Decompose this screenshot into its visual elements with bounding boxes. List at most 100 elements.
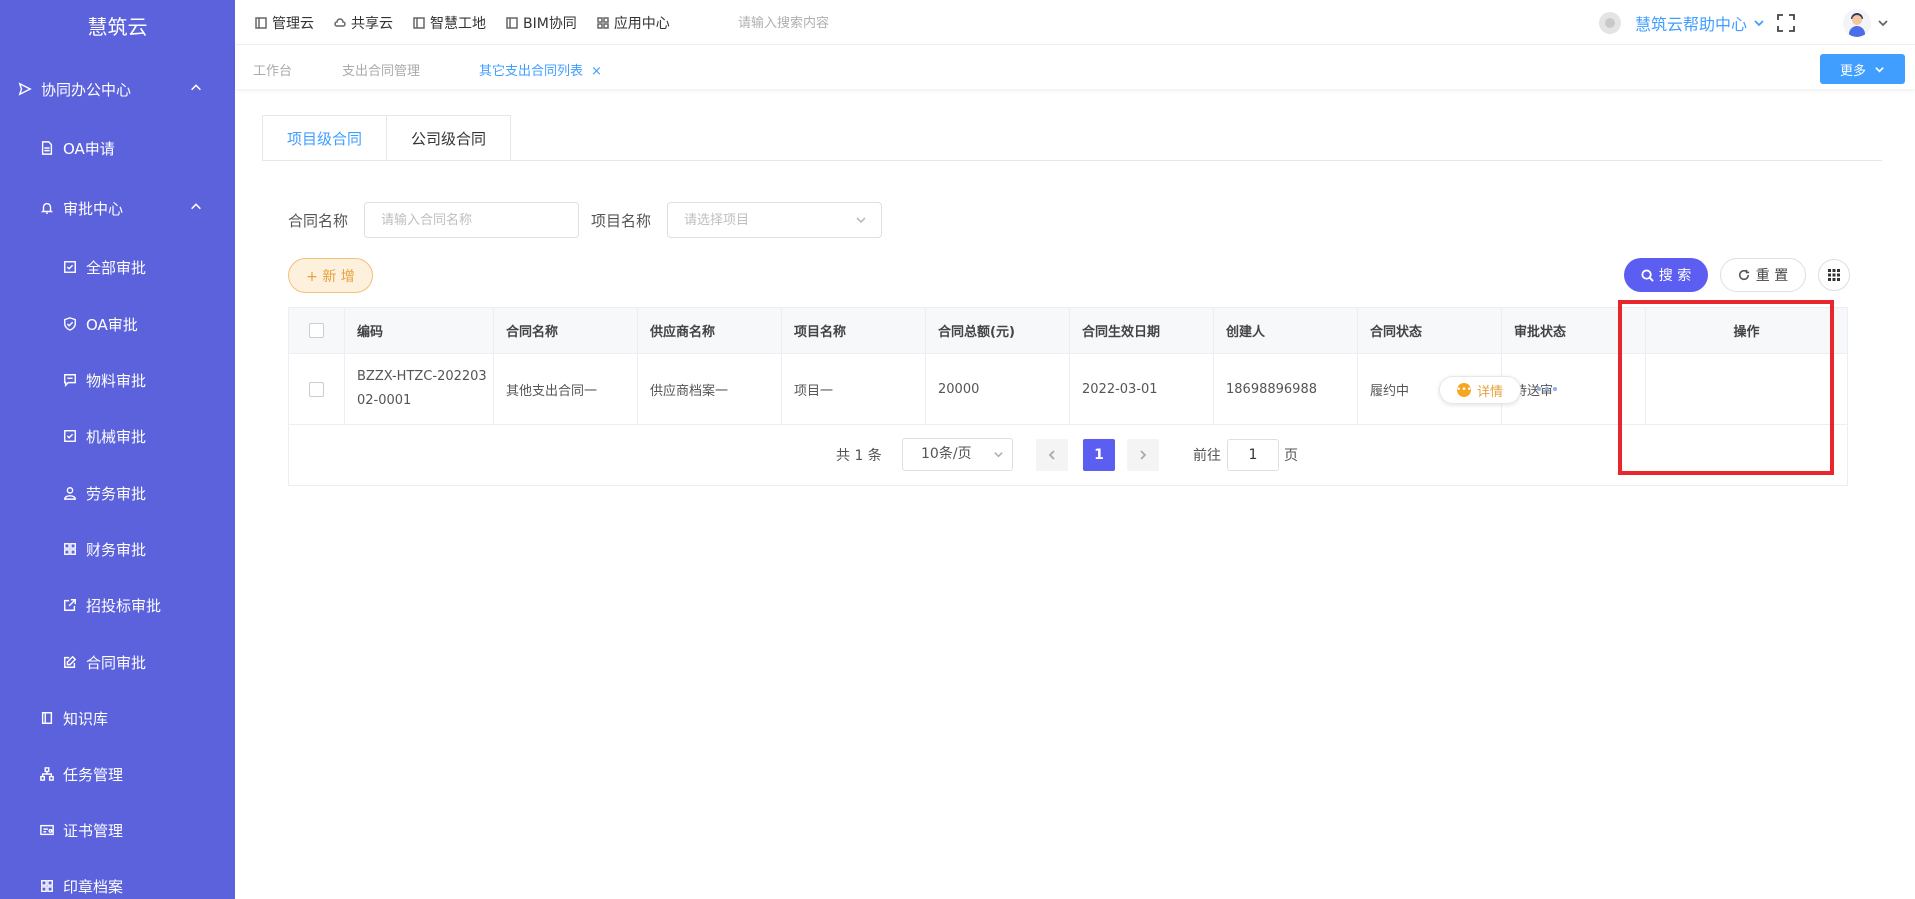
chevron-down-icon (854, 213, 868, 227)
help-center-menu[interactable]: 慧筑云帮助中心 (1598, 0, 1765, 45)
prev-page-button[interactable] (1036, 439, 1068, 471)
col-header[interactable]: 合同总额(元) (926, 308, 1070, 353)
add-button[interactable]: + 新 增 (288, 258, 373, 293)
col-header[interactable]: 创建人 (1214, 308, 1358, 353)
sidebar-item-oa-approval[interactable]: OA审批 (0, 304, 235, 344)
panel-icon (506, 16, 518, 29)
more-circle-icon: ••• (1456, 383, 1472, 397)
more-button[interactable]: 更多 (1820, 54, 1905, 84)
top-nav-label: 智慧工地 (430, 15, 486, 32)
page-tab-expense-contract[interactable]: 支出合同管理 (342, 60, 420, 79)
chevron-down-icon (1875, 66, 1884, 73)
sidebar-item-approval-center[interactable]: 审批中心 (0, 188, 235, 228)
next-page-button[interactable] (1127, 439, 1159, 471)
grid-icon (597, 16, 609, 29)
sidebar-item-all-approvals[interactable]: 全部审批 (0, 247, 235, 287)
contract-name-input[interactable] (364, 202, 579, 238)
sidebar-item-oa-apply[interactable]: OA申请 (0, 128, 235, 168)
select-all-checkbox[interactable] (309, 323, 324, 338)
sidebar-item-task-management[interactable]: 任务管理 (0, 754, 235, 794)
top-nav-smart-site[interactable]: 智慧工地 (413, 13, 486, 33)
sidebar-item-label: 全部审批 (86, 258, 147, 277)
top-nav-share-cloud[interactable]: 共享云 (334, 13, 393, 33)
table-row[interactable]: BZZX-HTZC-20220302-0001 其他支出合同一 供应商档案一 项… (289, 354, 1847, 425)
sidebar-item-collab-center[interactable]: 协同办公中心 (0, 69, 235, 109)
message-icon (63, 373, 77, 387)
top-nav-bim[interactable]: BIM协同 (506, 13, 577, 33)
sidebar-item-certificate-management[interactable]: 证书管理 (0, 810, 235, 850)
row-checkbox[interactable] (309, 381, 324, 397)
contracts-table: 编码 合同名称 供应商名称 项目名称 合同总额(元) 合同生效日期 创建人 合同… (288, 307, 1848, 486)
avatar[interactable] (1843, 9, 1871, 37)
col-header[interactable]: 合同名称 (494, 308, 638, 353)
sidebar-item-label: 任务管理 (63, 765, 124, 784)
cell-code: BZZX-HTZC-20220302-0001 (345, 354, 494, 424)
sidebar-item-label: 物料审批 (86, 371, 147, 390)
sidebar-item-bidding-approval[interactable]: 招投标审批 (0, 585, 235, 625)
pagination-total: 共 1 条 (836, 448, 882, 464)
contract-code: BZZX-HTZC-20220302-0001 (357, 369, 487, 408)
goto-page-input[interactable] (1227, 439, 1279, 471)
top-nav-management-cloud[interactable]: 管理云 (255, 13, 314, 33)
chevron-down-icon (1754, 19, 1764, 26)
sidebar-item-labor-approval[interactable]: 劳务审批 (0, 473, 235, 513)
cell-supplier: 供应商档案一 (638, 354, 782, 424)
chevron-down-icon[interactable] (1877, 17, 1889, 29)
top-nav-app-center[interactable]: 应用中心 (597, 13, 670, 33)
detail-button[interactable]: ••• 详情 (1439, 376, 1521, 404)
external-link-icon (63, 598, 77, 612)
col-header: 操作 (1733, 325, 1760, 340)
sidebar-item-label: 合同审批 (86, 653, 147, 672)
sidebar-item-contract-approval[interactable]: 合同审批 (0, 642, 235, 682)
col-header[interactable]: 审批状态 (1502, 308, 1646, 353)
sidebar-item-label: 审批中心 (63, 199, 124, 218)
sidebar-item-label: 协同办公中心 (41, 80, 132, 99)
sidebar-item-machine-approval[interactable]: 机械审批 (0, 416, 235, 456)
col-header[interactable]: 项目名称 (782, 308, 926, 353)
detail-button-label: 详情 (1476, 384, 1503, 400)
page-tab-workbench[interactable]: 工作台 (253, 60, 292, 79)
bell-icon (40, 201, 54, 215)
project-select[interactable] (667, 202, 882, 238)
reset-button[interactable]: 重 置 (1720, 258, 1806, 292)
column-settings-button[interactable] (1818, 259, 1850, 291)
org-chart-icon (40, 767, 54, 781)
grid-icon (63, 542, 77, 556)
cell-approval-status: 待送审 (1502, 354, 1646, 424)
close-icon[interactable]: × (591, 64, 602, 79)
page-number-current[interactable]: 1 (1083, 439, 1115, 471)
chevron-up-icon (189, 200, 203, 214)
search-button[interactable]: 搜 索 (1624, 258, 1708, 292)
sidebar-item-knowledge-base[interactable]: 知识库 (0, 698, 235, 738)
more-button-label: 更多 (1839, 63, 1866, 79)
reset-button-label: 重 置 (1755, 268, 1789, 284)
col-header[interactable]: 编码 (345, 308, 494, 353)
col-header[interactable]: 合同状态 (1358, 308, 1502, 353)
sidebar-item-seal-archive[interactable]: 印章档案 (0, 866, 235, 899)
sidebar-item-label: 财务审批 (86, 540, 147, 559)
search-icon (1641, 268, 1654, 282)
sidebar-item-finance-approval[interactable]: 财务审批 (0, 529, 235, 569)
fullscreen-icon[interactable] (1776, 13, 1796, 33)
global-search-input[interactable] (738, 13, 938, 33)
document-icon (40, 141, 54, 155)
page-size-select[interactable]: 10条/页 (902, 438, 1013, 471)
tab-company-contracts[interactable]: 公司级合同 (386, 115, 511, 161)
col-header[interactable]: 合同生效日期 (1070, 308, 1214, 353)
tab-project-contracts[interactable]: 项目级合同 (262, 115, 387, 161)
page-tab-label: 其它支出合同列表 (479, 64, 584, 79)
cell-creator: 18698896988 (1214, 354, 1358, 424)
more-actions-icon[interactable] (1537, 387, 1557, 393)
sidebar-item-material-approval[interactable]: 物料审批 (0, 360, 235, 400)
sidebar-item-label: OA审批 (86, 315, 138, 334)
select-all-cell (289, 308, 345, 353)
top-nav-label: 管理云 (272, 15, 314, 32)
sidebar-item-label: 劳务审批 (86, 484, 147, 503)
page-tab-other-contract-list[interactable]: 其它支出合同列表 × (479, 60, 602, 79)
col-header[interactable]: 供应商名称 (638, 308, 782, 353)
row-select-cell (289, 354, 345, 424)
project-name-label: 项目名称 (591, 212, 652, 230)
top-nav-label: 共享云 (351, 15, 393, 32)
panel-icon (255, 16, 267, 29)
help-logo-icon (1598, 11, 1621, 34)
